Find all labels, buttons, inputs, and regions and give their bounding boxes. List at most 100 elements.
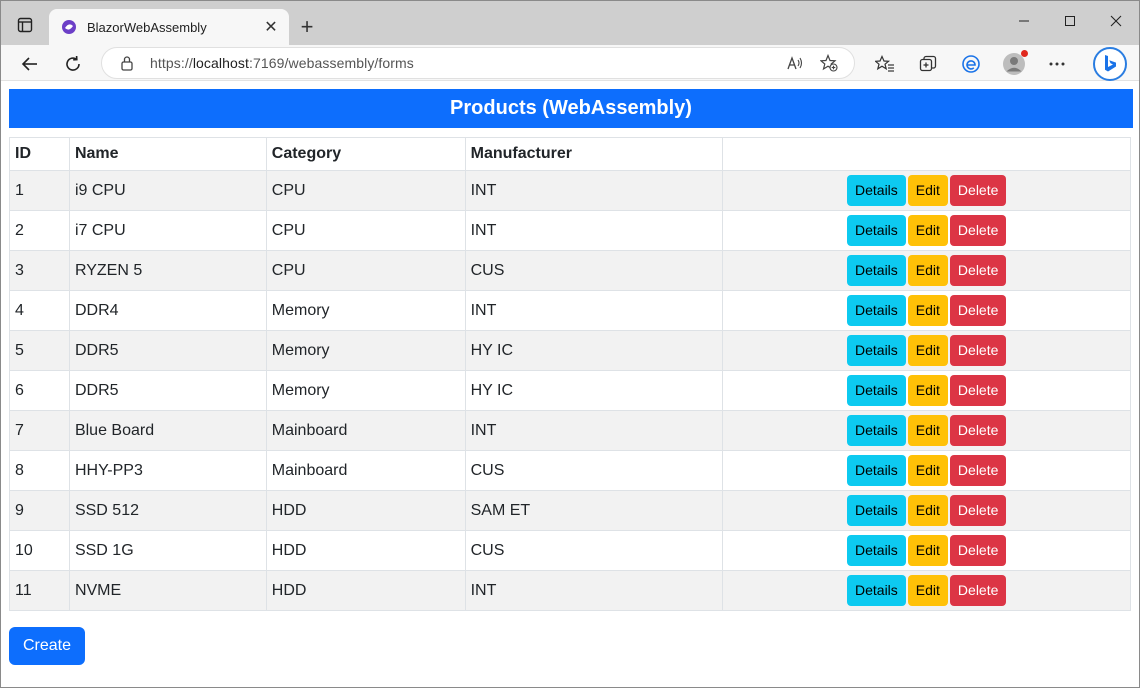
minimize-icon[interactable] <box>1001 1 1047 41</box>
details-button[interactable]: Details <box>847 295 906 326</box>
cell-name: SSD 512 <box>68 490 267 531</box>
tab-actions-menu-button[interactable] <box>7 9 43 41</box>
details-button[interactable]: Details <box>847 575 906 606</box>
cell-actions: Details Edit Delete <box>722 370 1131 411</box>
cell-name: RYZEN 5 <box>68 250 267 291</box>
edit-button[interactable]: Edit <box>907 255 948 286</box>
edit-button[interactable]: Edit <box>907 175 948 206</box>
table-row: 1 i9 CPU CPU INT Details Edit Delete <box>9 170 1131 211</box>
details-button[interactable]: Details <box>847 335 906 366</box>
url-path: :7169/webassembly/forms <box>248 55 414 71</box>
edit-button[interactable]: Edit <box>907 535 948 566</box>
delete-button[interactable]: Delete <box>949 295 1007 326</box>
bing-copilot-button[interactable] <box>1093 47 1127 81</box>
details-button[interactable]: Details <box>847 175 906 206</box>
add-favorite-icon[interactable] <box>816 50 842 76</box>
delete-button[interactable]: Delete <box>949 455 1007 486</box>
details-button[interactable]: Details <box>847 455 906 486</box>
cell-category: Memory <box>265 370 466 411</box>
edit-button[interactable]: Edit <box>907 375 948 406</box>
close-window-icon[interactable] <box>1093 1 1139 41</box>
table-row: 3 RYZEN 5 CPU CUS Details Edit Delete <box>9 250 1131 291</box>
edit-button[interactable]: Edit <box>907 415 948 446</box>
lock-icon[interactable] <box>120 55 134 71</box>
delete-button[interactable]: Delete <box>949 375 1007 406</box>
edit-button[interactable]: Edit <box>907 295 948 326</box>
cell-id: 8 <box>9 450 70 491</box>
browser-toolbar: https://localhost:7169/webassembly/forms <box>1 45 1139 81</box>
column-header: Category <box>265 137 466 171</box>
cell-id: 4 <box>9 290 70 331</box>
cell-id: 11 <box>9 570 70 611</box>
details-button[interactable]: Details <box>847 535 906 566</box>
details-button[interactable]: Details <box>847 255 906 286</box>
new-tab-icon[interactable]: + <box>293 13 321 41</box>
more-options-icon[interactable] <box>1039 49 1075 79</box>
browser-essentials-icon[interactable] <box>953 49 989 79</box>
column-header <box>722 137 1131 171</box>
delete-button[interactable]: Delete <box>949 415 1007 446</box>
delete-button[interactable]: Delete <box>949 255 1007 286</box>
url-host: localhost <box>192 55 249 71</box>
delete-button[interactable]: Delete <box>949 495 1007 526</box>
edit-button[interactable]: Edit <box>907 575 948 606</box>
table-row: 10 SSD 1G HDD CUS Details Edit Delete <box>9 530 1131 571</box>
cell-category: CPU <box>265 250 466 291</box>
cell-category: CPU <box>265 170 466 211</box>
cell-actions: Details Edit Delete <box>722 530 1131 571</box>
delete-button[interactable]: Delete <box>949 215 1007 246</box>
cell-actions: Details Edit Delete <box>722 570 1131 611</box>
cell-name: Blue Board <box>68 410 267 451</box>
page-title: Products (WebAssembly) <box>9 89 1133 128</box>
cell-category: HDD <box>265 530 466 571</box>
cell-name: NVME <box>68 570 267 611</box>
cell-id: 5 <box>9 330 70 371</box>
cell-actions: Details Edit Delete <box>722 410 1131 451</box>
tab-close-icon[interactable]: ✕ <box>261 17 281 37</box>
notification-dot-icon <box>1021 50 1028 57</box>
delete-button[interactable]: Delete <box>949 175 1007 206</box>
table-row: 9 SSD 512 HDD SAM ET Details Edit Delete <box>9 490 1131 531</box>
browser-tab[interactable]: BlazorWebAssembly ✕ <box>49 9 289 45</box>
delete-button[interactable]: Delete <box>949 335 1007 366</box>
details-button[interactable]: Details <box>847 495 906 526</box>
cell-id: 2 <box>9 210 70 251</box>
cell-actions: Details Edit Delete <box>722 450 1131 491</box>
cell-id: 7 <box>9 410 70 451</box>
cell-manufacturer: CUS <box>464 530 724 571</box>
create-button[interactable]: Create <box>9 627 86 665</box>
profile-avatar[interactable] <box>996 49 1032 79</box>
bing-icon <box>1105 55 1116 72</box>
window-controls <box>1001 1 1139 45</box>
cell-category: Memory <box>265 290 466 331</box>
edit-button[interactable]: Edit <box>907 455 948 486</box>
edit-button[interactable]: Edit <box>907 215 948 246</box>
cell-manufacturer: SAM ET <box>464 490 724 531</box>
details-button[interactable]: Details <box>847 415 906 446</box>
favorites-icon[interactable] <box>867 49 903 79</box>
details-button[interactable]: Details <box>847 215 906 246</box>
edit-button[interactable]: Edit <box>907 335 948 366</box>
cell-manufacturer: INT <box>464 290 724 331</box>
read-aloud-icon[interactable] <box>782 50 808 76</box>
address-bar[interactable]: https://localhost:7169/webassembly/forms <box>101 47 855 79</box>
cell-actions: Details Edit Delete <box>722 250 1131 291</box>
delete-button[interactable]: Delete <box>949 575 1007 606</box>
back-arrow-icon[interactable] <box>15 49 45 79</box>
maximize-icon[interactable] <box>1047 1 1093 41</box>
page-content: Products (WebAssembly) ID Name Category Man… <box>9 89 1133 665</box>
cell-category: HDD <box>265 490 466 531</box>
cell-name: HHY-PP3 <box>68 450 267 491</box>
details-button[interactable]: Details <box>847 375 906 406</box>
delete-button[interactable]: Delete <box>949 535 1007 566</box>
url-text[interactable]: https://localhost:7169/webassembly/forms <box>150 55 774 71</box>
edit-button[interactable]: Edit <box>907 495 948 526</box>
cell-manufacturer: HY IC <box>464 330 724 371</box>
table-header-row: ID Name Category Manufacturer <box>9 137 1131 171</box>
table-row: 2 i7 CPU CPU INT Details Edit Delete <box>9 210 1131 251</box>
collections-icon[interactable] <box>910 49 946 79</box>
column-header: Manufacturer <box>464 137 724 171</box>
refresh-icon[interactable] <box>58 49 88 79</box>
cell-name: i9 CPU <box>68 170 267 211</box>
cell-manufacturer: HY IC <box>464 370 724 411</box>
